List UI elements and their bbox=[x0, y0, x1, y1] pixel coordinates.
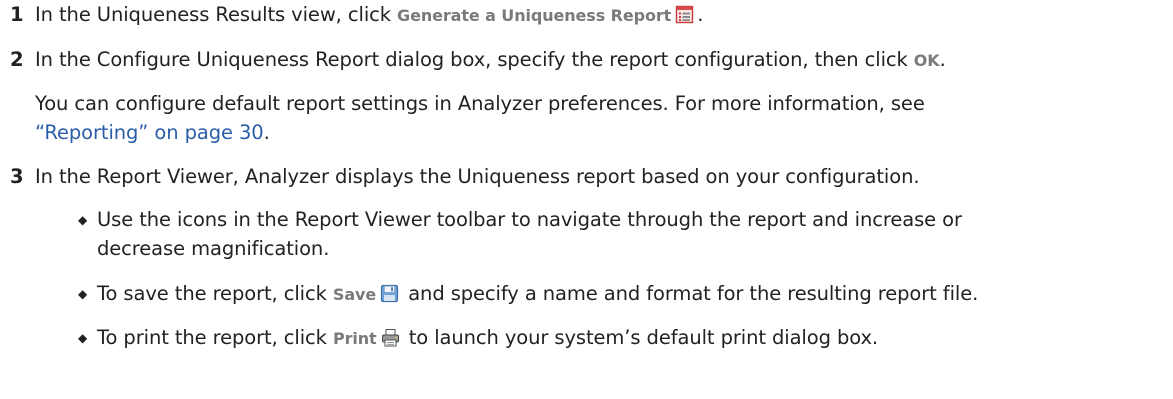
save-icon bbox=[380, 284, 399, 303]
step-text-suffix: . bbox=[939, 48, 946, 71]
step-text-suffix: . bbox=[697, 3, 704, 26]
step-text-prefix: In the Uniqueness Results view, click bbox=[35, 3, 398, 26]
print-icon bbox=[381, 328, 400, 347]
bullet-text: To print the report, click Print to laun… bbox=[97, 323, 878, 354]
bullet-text: Use the icons in the Report Viewer toolb… bbox=[97, 208, 962, 231]
save-label: Save bbox=[332, 285, 377, 304]
bullet-text-suffix: and specify a name and format for the re… bbox=[402, 282, 979, 305]
bullet-text-prefix: To print the report, click bbox=[97, 326, 333, 349]
bullet-text-prefix: To save the report, click bbox=[97, 282, 333, 305]
ok-label: OK bbox=[913, 51, 940, 70]
print-label: Print bbox=[332, 329, 377, 348]
step-number: 2 bbox=[10, 48, 24, 71]
note-text-end: “Reporting” on page 30. bbox=[35, 118, 270, 148]
step-text: In the Configure Uniqueness Report dialo… bbox=[35, 45, 946, 76]
reporting-link[interactable]: “Reporting” on page 30 bbox=[35, 121, 264, 144]
note-period: . bbox=[263, 121, 270, 144]
step-text: In the Report Viewer, Analyzer displays … bbox=[35, 165, 920, 188]
bullet-text: decrease magnification. bbox=[97, 237, 330, 260]
bullet-diamond-icon: ◆ bbox=[78, 287, 88, 301]
bullet-text-suffix: to launch your system’s default print di… bbox=[402, 326, 879, 349]
bullet-text: To save the report, click Save and speci… bbox=[97, 279, 978, 310]
generate-report-label: Generate a Uniqueness Report bbox=[397, 6, 672, 25]
step-text: In the Uniqueness Results view, click Ge… bbox=[35, 0, 703, 31]
step-number: 1 bbox=[10, 3, 24, 26]
note-text: You can configure default report setting… bbox=[35, 92, 925, 115]
document-page: 1 In the Uniqueness Results view, click … bbox=[0, 0, 1173, 399]
step-text-prefix: In the Configure Uniqueness Report dialo… bbox=[35, 48, 914, 71]
bullet-diamond-icon: ◆ bbox=[78, 213, 88, 227]
report-icon bbox=[675, 5, 694, 24]
step-number: 3 bbox=[10, 165, 24, 188]
bullet-diamond-icon: ◆ bbox=[78, 331, 88, 345]
